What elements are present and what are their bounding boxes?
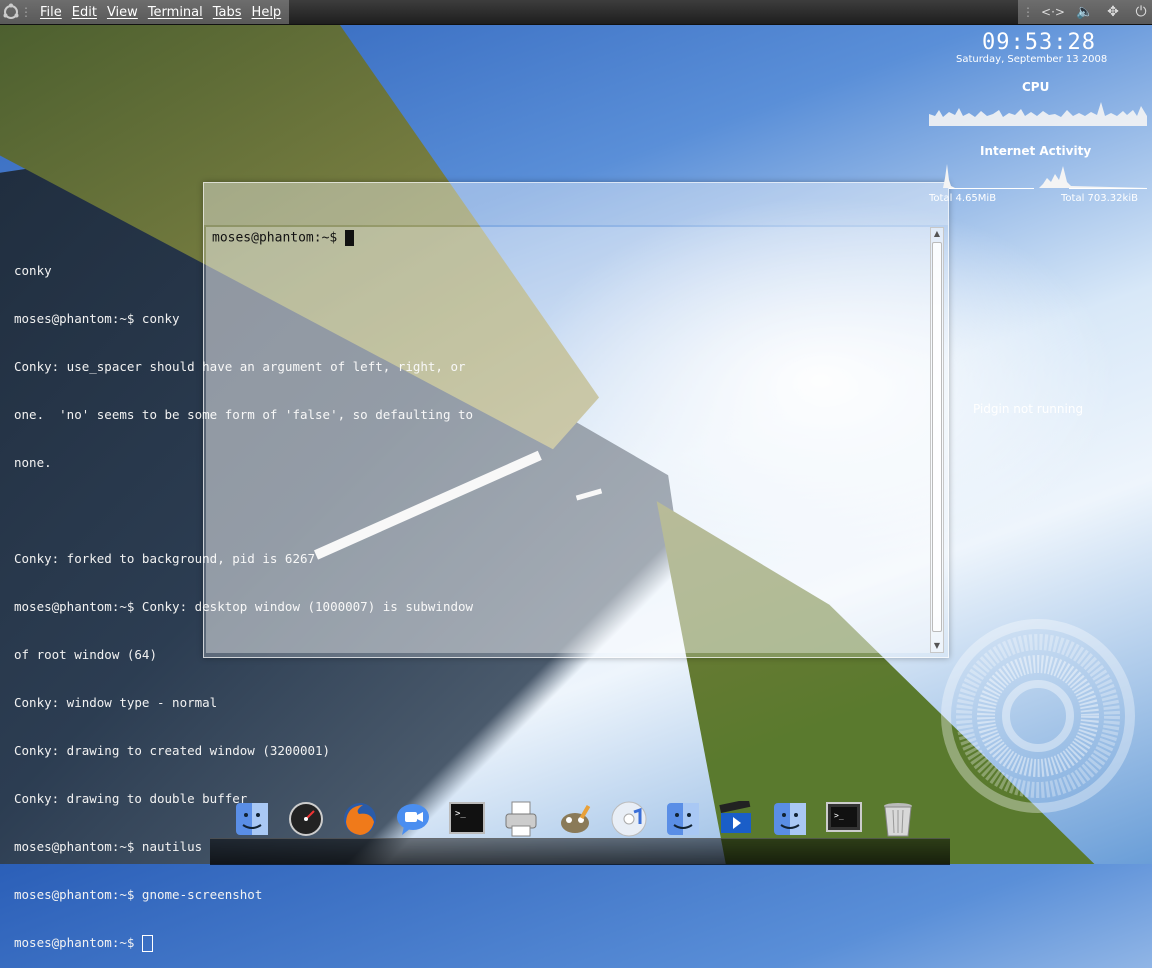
video-clapper-icon[interactable] <box>714 797 758 841</box>
firefox-icon[interactable] <box>338 797 382 841</box>
menu-file[interactable]: File <box>40 5 62 20</box>
conky-date: Saturday, September 13 2008 <box>956 54 1108 65</box>
terminal-content[interactable]: moses@phantom:~$ <box>206 227 930 653</box>
finder-icon[interactable] <box>768 797 812 841</box>
network-manager-icon[interactable]: ✥ <box>1102 1 1124 23</box>
network-graph <box>929 164 1147 189</box>
printer-icon[interactable] <box>499 797 543 841</box>
scrollbar-thumb[interactable] <box>932 242 942 632</box>
itunes-icon[interactable] <box>607 797 651 841</box>
conky-total-up: Total 703.32kiB <box>1061 193 1138 204</box>
terminal-icon[interactable]: >_ <box>822 797 866 841</box>
conky-clock: 09:53:28 <box>982 30 1096 55</box>
dashboard-icon[interactable] <box>284 797 328 841</box>
network-icon[interactable]: <·> <box>1038 1 1068 23</box>
menu-help[interactable]: Help <box>252 5 282 20</box>
trash-icon[interactable] <box>876 797 920 841</box>
terminal-last-line[interactable]: moses@phantom:~$ <box>14 935 514 952</box>
finder-icon[interactable] <box>661 797 705 841</box>
finder-icon[interactable] <box>230 797 274 841</box>
top-panel: ⋮ File Edit View Terminal Tabs Help ⋮ <·… <box>0 0 1152 25</box>
terminal-line: Conky: drawing to created window (320000… <box>14 743 331 758</box>
dock-shelf <box>210 838 950 865</box>
conky-total-down: Total 4.65MiB <box>929 193 997 204</box>
ichat-icon[interactable] <box>391 797 435 841</box>
svg-text:>_: >_ <box>834 811 844 820</box>
terminal-icon[interactable]: >_ <box>445 797 489 841</box>
cpu-graph <box>929 102 1147 126</box>
svg-text:>_: >_ <box>455 809 466 819</box>
menu-edit[interactable]: Edit <box>72 5 97 20</box>
drag-handle-icon: ⋮ <box>20 5 32 19</box>
menu-tabs[interactable]: Tabs <box>213 5 242 20</box>
conky-internet-label: Internet Activity <box>980 144 1092 158</box>
cpu-graph-fill <box>929 102 1147 126</box>
terminal-cursor <box>141 935 153 952</box>
volume-icon[interactable]: 🔈 <box>1074 1 1096 23</box>
terminal-prompt: moses@phantom:~$ <box>212 230 346 246</box>
terminal-line: Conky: window type - normal <box>14 695 218 710</box>
terminal-scrollbar[interactable]: ▲ ▼ <box>930 227 944 653</box>
menu-view[interactable]: View <box>107 5 138 20</box>
drag-handle-icon: ⋮ <box>1022 5 1034 19</box>
terminal-prompt: moses@phantom:~$ <box>14 935 142 950</box>
conky-ring-gauge <box>941 619 1135 813</box>
ubuntu-logo-icon[interactable] <box>0 1 22 23</box>
upload-graph-fill <box>1039 166 1147 188</box>
terminal-window[interactable]: moses@phantom:~$ ▲ ▼ <box>203 182 949 658</box>
terminal-cursor <box>345 230 355 246</box>
terminal-prompt-line: moses@phantom:~$ <box>212 230 355 246</box>
power-icon[interactable]: ⏻ <box>1130 1 1152 23</box>
conky-pidgin-status: Pidgin not running <box>973 402 1084 416</box>
terminal-line: moses@phantom:~$ gnome-screenshot <box>14 887 263 902</box>
terminal-titlebar[interactable] <box>204 183 948 225</box>
conky-cpu-label: CPU <box>1022 80 1050 94</box>
menubar: ⋮ File Edit View Terminal Tabs Help <box>0 0 290 24</box>
download-graph-fill <box>929 164 1034 188</box>
gimp-icon[interactable] <box>553 797 597 841</box>
scroll-up-arrow-icon[interactable]: ▲ <box>931 228 943 240</box>
menu-terminal[interactable]: Terminal <box>148 5 203 20</box>
dock: >_ >_ <box>230 797 920 841</box>
system-tray: ⋮ <·> 🔈 ✥ ⏻ <box>1018 0 1152 24</box>
